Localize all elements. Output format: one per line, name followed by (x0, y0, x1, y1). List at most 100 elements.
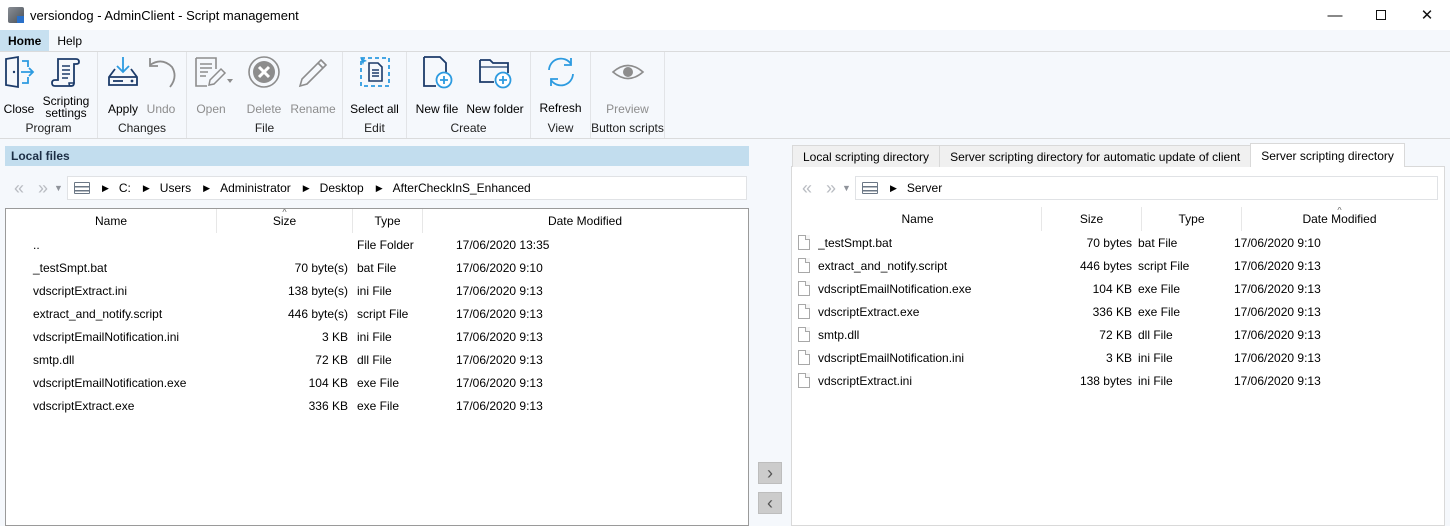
select-all-button[interactable]: Select all (346, 52, 404, 120)
breadcrumb-item[interactable]: Administrator (220, 181, 291, 195)
server-breadcrumb[interactable]: ▶ Server (854, 176, 1438, 200)
tab-help[interactable]: Help (49, 30, 90, 51)
table-row[interactable]: vdscriptEmailNotification.ini 3 KB ini Fil… (6, 325, 748, 348)
column-header-name[interactable]: Name (794, 207, 1042, 231)
history-dropdown-icon[interactable]: ▼ (54, 183, 63, 193)
breadcrumb-item[interactable]: C: (119, 181, 131, 195)
rename-label: Rename (290, 102, 336, 116)
local-breadcrumb[interactable]: ▶ C: ▶ Users ▶ Administrator ▶ Desktop ▶… (66, 176, 747, 200)
scripting-settings-button[interactable]: Scripting settings (38, 52, 94, 120)
local-file-list: Name ^ Size Type Date Modified .. File Fol… (5, 208, 749, 526)
breadcrumb-separator-icon[interactable]: ▶ (102, 183, 109, 194)
tab-server-scripting-directory[interactable]: Server scripting directory (1250, 143, 1405, 167)
group-program: Close Scripting settings Program (0, 52, 98, 138)
file-type: File Folder (357, 237, 414, 252)
close-button[interactable]: Close (0, 52, 38, 120)
file-icon (798, 281, 810, 296)
file-icon (798, 327, 810, 342)
breadcrumb-item[interactable]: Desktop (320, 181, 364, 195)
group-button-scripts: Preview Button scripts (591, 52, 665, 138)
back-button[interactable]: « (802, 178, 812, 199)
group-edit: Select all Edit (343, 52, 407, 138)
table-row[interactable]: vdscriptExtract.ini 138 byte(s) ini File 17… (6, 279, 748, 302)
breadcrumb-separator-icon[interactable]: ▶ (890, 183, 897, 194)
chevron-right-icon: › (767, 462, 773, 483)
table-row[interactable]: vdscriptExtract.ini 138 bytes ini File 17/0… (794, 369, 1437, 392)
group-view: Refresh View (531, 52, 591, 138)
tab-server-scripting-directory-auto-update[interactable]: Server scripting directory for automatic… (939, 145, 1252, 167)
table-row[interactable]: extract_and_notify.script 446 bytes script… (794, 254, 1437, 277)
file-name: vdscriptEmailNotification.ini (33, 329, 180, 344)
table-row[interactable]: vdscriptExtract.exe 336 KB exe File 17/06/2… (6, 394, 748, 417)
table-row[interactable]: smtp.dll 72 KB dll File 17/06/2020 9:13 (794, 323, 1437, 346)
column-header-date-modified[interactable]: ^ Date Modified (1242, 207, 1437, 231)
table-row[interactable]: smtp.dll 72 KB dll File 17/06/2020 9:13 (6, 348, 748, 371)
undo-button[interactable]: Undo (142, 52, 180, 120)
file-name: .. (33, 237, 40, 252)
file-name: smtp.dll (33, 352, 75, 367)
forward-button[interactable]: » (38, 178, 48, 199)
rename-button[interactable]: Rename (289, 52, 337, 120)
column-header-size[interactable]: ^ Size (217, 209, 353, 233)
table-row[interactable]: _testSmpt.bat 70 bytes bat File 17/06/2020 … (794, 231, 1437, 254)
tab-local-scripting-directory[interactable]: Local scripting directory (792, 145, 941, 167)
file-icon (798, 373, 810, 388)
column-header-name[interactable]: Name (6, 209, 217, 233)
preview-button[interactable]: Preview (598, 52, 658, 120)
breadcrumb-separator-icon[interactable]: ▶ (203, 183, 210, 194)
group-label-create: Create (450, 121, 487, 135)
back-button[interactable]: « (14, 178, 24, 199)
minimize-button[interactable]: — (1312, 0, 1358, 30)
new-folder-label: New folder (466, 102, 524, 116)
file-size: 446 byte(s) (287, 306, 348, 321)
group-file: Open Delete Rename File (187, 52, 343, 138)
apply-button[interactable]: Apply (104, 52, 142, 120)
file-type: ini File (357, 283, 392, 298)
table-row[interactable]: vdscriptExtract.exe 336 KB exe File 17/06/2… (794, 300, 1437, 323)
history-dropdown-icon[interactable]: ▼ (842, 183, 851, 193)
copy-to-server-button[interactable]: › (758, 462, 782, 484)
eye-icon (611, 55, 645, 89)
exit-door-icon (2, 55, 36, 89)
file-size: 104 KB (1092, 281, 1132, 296)
file-icon (798, 304, 810, 319)
table-row[interactable]: extract_and_notify.script 446 byte(s) scri… (6, 302, 748, 325)
tab-home[interactable]: Home (0, 30, 50, 51)
group-create: New file New folder Create (407, 52, 531, 138)
table-row[interactable]: vdscriptEmailNotification.exe 104 KB exe F… (794, 277, 1437, 300)
maximize-icon (1376, 10, 1386, 20)
breadcrumb-separator-icon[interactable]: ▶ (303, 183, 310, 194)
forward-button[interactable]: » (826, 178, 836, 199)
file-type: exe File (1138, 304, 1181, 319)
copy-to-local-button[interactable]: ‹ (758, 492, 782, 514)
close-window-button[interactable]: ✕ (1404, 0, 1450, 30)
table-row[interactable]: _testSmpt.bat 70 byte(s) bat File 17/06/202… (6, 256, 748, 279)
new-folder-button[interactable]: New folder (463, 52, 527, 120)
table-row[interactable]: .. File Folder 17/06/2020 13:35 (6, 233, 748, 256)
open-document-icon (193, 55, 237, 89)
refresh-button[interactable]: Refresh (535, 52, 587, 120)
open-button[interactable]: Open (191, 52, 239, 120)
column-header-date-modified[interactable]: Date Modified (423, 209, 747, 233)
group-label-file: File (254, 121, 275, 135)
column-header-type[interactable]: Type (1142, 207, 1242, 231)
table-row[interactable]: vdscriptEmailNotification.ini 3 KB ini Fil… (794, 346, 1437, 369)
new-file-button[interactable]: New file (411, 52, 463, 120)
breadcrumb-item[interactable]: Users (160, 181, 191, 195)
file-type: ini File (357, 329, 392, 344)
breadcrumb-separator-icon[interactable]: ▶ (143, 183, 150, 194)
breadcrumb-item[interactable]: Server (907, 181, 942, 195)
server-file-list: Name Size Type ^ Date Modified _testSmpt.… (794, 207, 1437, 525)
column-header-type[interactable]: Type (353, 209, 423, 233)
column-header-size[interactable]: Size (1042, 207, 1142, 231)
select-all-icon (358, 55, 392, 89)
table-row[interactable]: vdscriptEmailNotification.exe 104 KB exe F… (6, 371, 748, 394)
file-name: extract_and_notify.script (33, 306, 163, 321)
breadcrumb-item[interactable]: AfterCheckInS_Enhanced (393, 181, 531, 195)
file-date: 17/06/2020 9:13 (1234, 281, 1321, 296)
file-date: 17/06/2020 13:35 (456, 237, 550, 252)
minimize-icon: — (1327, 6, 1343, 24)
delete-button[interactable]: Delete (239, 52, 289, 120)
breadcrumb-separator-icon[interactable]: ▶ (376, 183, 383, 194)
maximize-button[interactable] (1358, 0, 1404, 30)
